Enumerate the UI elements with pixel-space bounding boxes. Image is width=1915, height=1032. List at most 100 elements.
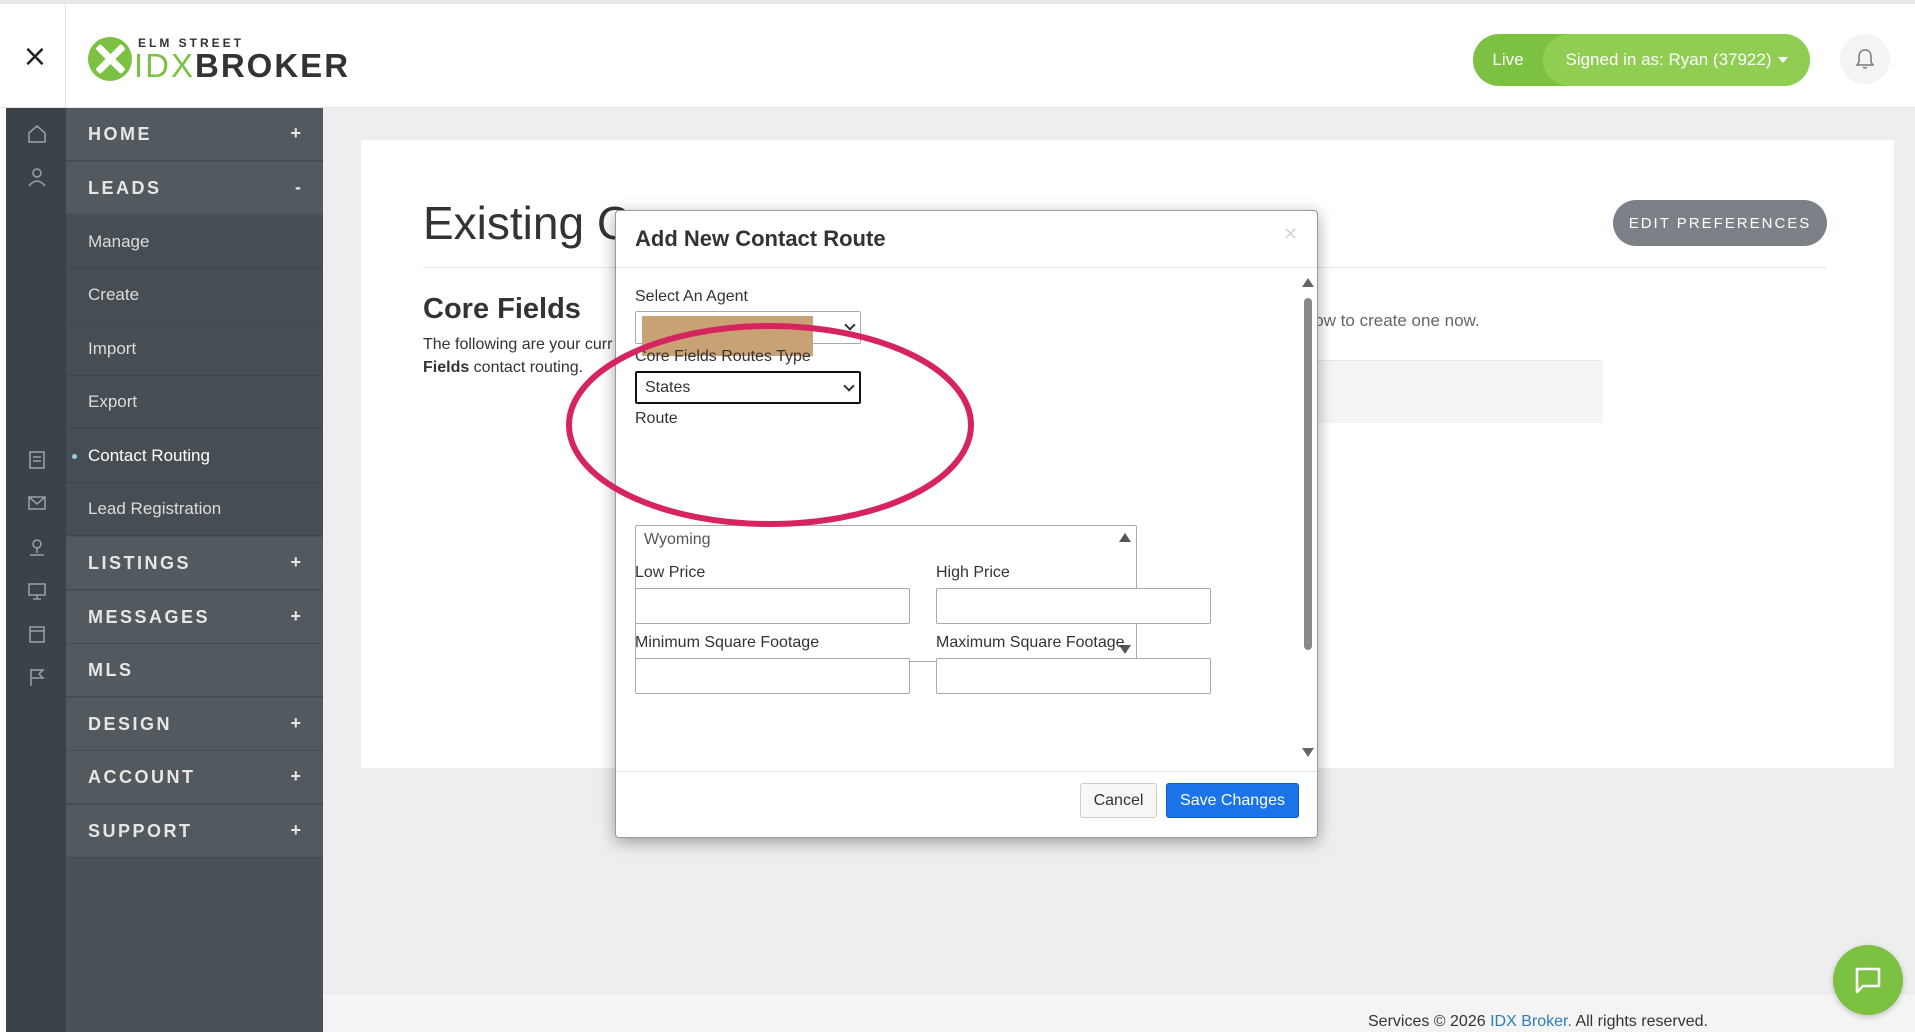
user-icon[interactable]: [26, 166, 48, 188]
sidebar-item-listings[interactable]: LISTINGS +: [66, 537, 323, 590]
account-status-pill: Live Signed in as: Ryan (37922): [1473, 34, 1810, 86]
expand-icon[interactable]: +: [290, 766, 301, 787]
routes-type-label: Core Fields Routes Type: [635, 348, 811, 365]
min-sqft-input[interactable]: [635, 658, 910, 694]
save-changes-button[interactable]: Save Changes: [1166, 783, 1299, 818]
scroll-down-icon[interactable]: [1302, 748, 1314, 757]
modal-title: Add New Contact Route: [635, 226, 886, 251]
page-title-text: Existing C: [423, 197, 631, 249]
high-price-label: High Price: [936, 564, 1010, 581]
sidebar-item-label: MLS: [88, 659, 134, 680]
sidebar-subitem-create[interactable]: Create: [66, 269, 323, 322]
logo-text: ELM STREET IDXBROKER: [134, 36, 350, 82]
live-status-label[interactable]: Live: [1473, 50, 1543, 70]
sidebar-item-messages[interactable]: MESSAGES +: [66, 591, 323, 644]
topbar-divider: [65, 4, 66, 112]
low-price-label: Low Price: [635, 564, 706, 581]
footer-prefix: Services © 2026: [1368, 1013, 1491, 1030]
sidebar-subitem-import[interactable]: Import: [66, 323, 323, 376]
sidebar-subitem-contact-routing[interactable]: Contact Routing: [66, 430, 323, 483]
sidebar-item-label: LISTINGS: [88, 552, 192, 573]
modal-close-icon[interactable]: ×: [1283, 223, 1298, 244]
routes-table-placeholder: [1301, 360, 1603, 423]
expand-icon[interactable]: +: [290, 820, 301, 841]
listings-icon[interactable]: [26, 449, 48, 471]
expand-icon[interactable]: +: [290, 552, 301, 573]
sidebar-item-design[interactable]: DESIGN +: [66, 698, 323, 751]
flag-icon[interactable]: [26, 666, 48, 688]
sidebar-item-label: LEADS: [88, 177, 162, 198]
home-icon[interactable]: [26, 123, 48, 145]
logo-broker-text: BROKER: [195, 47, 351, 84]
select-agent-label: Select An Agent: [635, 288, 748, 305]
app-window: × ELM STREET IDXBROKER Live Signed in as…: [0, 0, 1915, 1032]
scrollbar-thumb[interactable]: [1304, 298, 1312, 650]
expand-icon[interactable]: +: [290, 123, 301, 144]
modal-footer-divider: [616, 771, 1317, 772]
modal-scrollbar[interactable]: [1302, 278, 1314, 758]
sidebar-item-account[interactable]: ACCOUNT +: [66, 751, 323, 804]
sidebar-item-label: DESIGN: [88, 713, 173, 734]
core-fields-description: The following are your curr: [423, 336, 613, 353]
route-label: Route: [635, 410, 678, 427]
sidebar-item-label: SUPPORT: [88, 820, 193, 841]
sidebar-item-label: HOME: [88, 123, 152, 144]
chat-icon: [1855, 967, 1881, 994]
empty-routes-message: elow to create one now.: [1301, 311, 1480, 330]
select-arrow-icon: [844, 319, 856, 331]
footer-suffix: All rights reserved.: [1571, 1013, 1708, 1030]
sidebar-subitem-label: Create: [88, 285, 140, 304]
sidebar-nav: HOME + LEADS - Manage Create Import Export…: [66, 108, 323, 1032]
add-contact-route-modal: Add New Contact Route × Select An Agent …: [615, 210, 1318, 838]
core-fields-desc-rest: contact routing.: [469, 359, 584, 376]
low-price-input[interactable]: [635, 588, 910, 624]
sidebar-subitem-lead-registration[interactable]: Lead Registration: [66, 483, 323, 536]
routes-type-select[interactable]: States: [635, 371, 861, 404]
mail-icon[interactable]: [26, 492, 48, 514]
top-bar: × ELM STREET IDXBROKER Live Signed in as…: [0, 0, 1915, 112]
signed-in-label: Signed in as: Ryan (37922): [1565, 50, 1772, 69]
cancel-button[interactable]: Cancel: [1080, 783, 1157, 818]
footer-idx-broker-link[interactable]: IDX Broker.: [1490, 1013, 1572, 1030]
caret-down-icon: [1777, 57, 1788, 63]
footer-copyright: Services © 2026 IDX Broker. All rights r…: [1368, 1013, 1708, 1031]
chat-button[interactable]: [1833, 945, 1903, 1015]
sidebar-subitem-label: Manage: [88, 232, 150, 251]
sidebar-item-label: MESSAGES: [88, 606, 211, 627]
monitor-icon[interactable]: [26, 580, 48, 602]
sidebar-item-mls[interactable]: MLS: [66, 644, 323, 697]
modal-body: Select An Agent Core Fields Routes Type …: [616, 268, 1317, 771]
high-price-input[interactable]: [936, 588, 1211, 624]
sidebar-item-leads[interactable]: LEADS -: [66, 162, 323, 215]
sidebar-item-label: ACCOUNT: [88, 766, 196, 787]
expand-icon[interactable]: +: [290, 606, 301, 627]
core-fields-heading: Core Fields: [423, 293, 581, 325]
close-icon[interactable]: ×: [20, 42, 50, 72]
sidebar-subitem-label: Contact Routing: [88, 446, 210, 465]
notifications-button[interactable]: [1840, 34, 1890, 84]
map-pin-icon[interactable]: [26, 536, 48, 558]
sidebar-subitem-manage[interactable]: Manage: [66, 216, 323, 269]
scroll-up-icon[interactable]: [1119, 533, 1131, 542]
scroll-up-icon[interactable]: [1302, 278, 1314, 287]
sidebar-subitem-export[interactable]: Export: [66, 376, 323, 429]
sidebar-item-support[interactable]: SUPPORT +: [66, 805, 323, 858]
routes-type-value: States: [645, 378, 691, 396]
bell-icon: [1855, 49, 1875, 69]
collapse-icon[interactable]: -: [295, 177, 301, 198]
logo-idx-text: IDX: [134, 47, 196, 84]
max-sqft-input[interactable]: [936, 658, 1211, 694]
sidebar-subitem-label: Import: [88, 339, 137, 358]
expand-icon[interactable]: +: [290, 713, 301, 734]
max-sqft-label: Maximum Square Footage: [936, 634, 1125, 651]
sidebar-subitem-label: Export: [88, 392, 138, 411]
sidebar-item-home[interactable]: HOME +: [66, 108, 323, 161]
idx-broker-logo[interactable]: ELM STREET IDXBROKER: [88, 34, 350, 84]
edit-preferences-button[interactable]: EDIT PREFERENCES: [1613, 200, 1827, 246]
route-option[interactable]: Wyoming: [644, 531, 711, 548]
select-arrow-icon: [843, 380, 855, 392]
logo-main-text: IDXBROKER: [134, 47, 351, 84]
account-icon[interactable]: [26, 623, 48, 645]
signed-in-user-dropdown[interactable]: Signed in as: Ryan (37922): [1543, 34, 1810, 86]
sidebar-icon-rail: [6, 108, 66, 1032]
